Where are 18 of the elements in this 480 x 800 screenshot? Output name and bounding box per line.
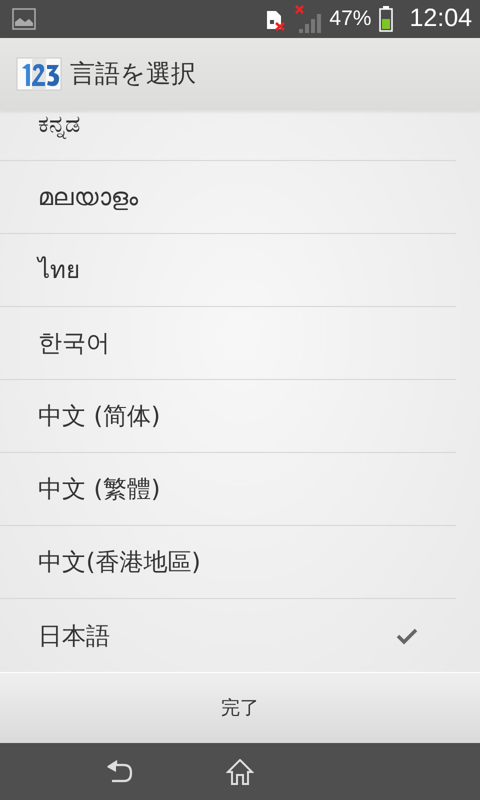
language-option[interactable]: 中文 (简体) [38,398,418,434]
language-option[interactable]: 日本語 [38,618,396,654]
done-button[interactable]: 完了 [0,672,480,743]
language-option[interactable]: ไทย [38,252,418,288]
app-icon [16,56,62,92]
language-option[interactable]: ಕನ್ನಡ [38,110,418,142]
language-option[interactable]: 中文(香港地區) [38,544,418,580]
language-option[interactable]: മലയാളം [38,179,418,215]
battery-percentage: 47% [329,6,372,32]
no-signal-icon [295,5,322,33]
picture-icon [12,8,36,30]
back-icon[interactable] [106,760,134,784]
battery-icon [379,6,394,32]
language-option[interactable]: 한국어 [38,325,418,361]
dialog-title: 言語を選択 [70,58,196,90]
language-option[interactable]: 中文 (繁體) [38,471,418,507]
home-icon[interactable] [226,758,254,784]
clock: 12:04 [409,3,472,34]
